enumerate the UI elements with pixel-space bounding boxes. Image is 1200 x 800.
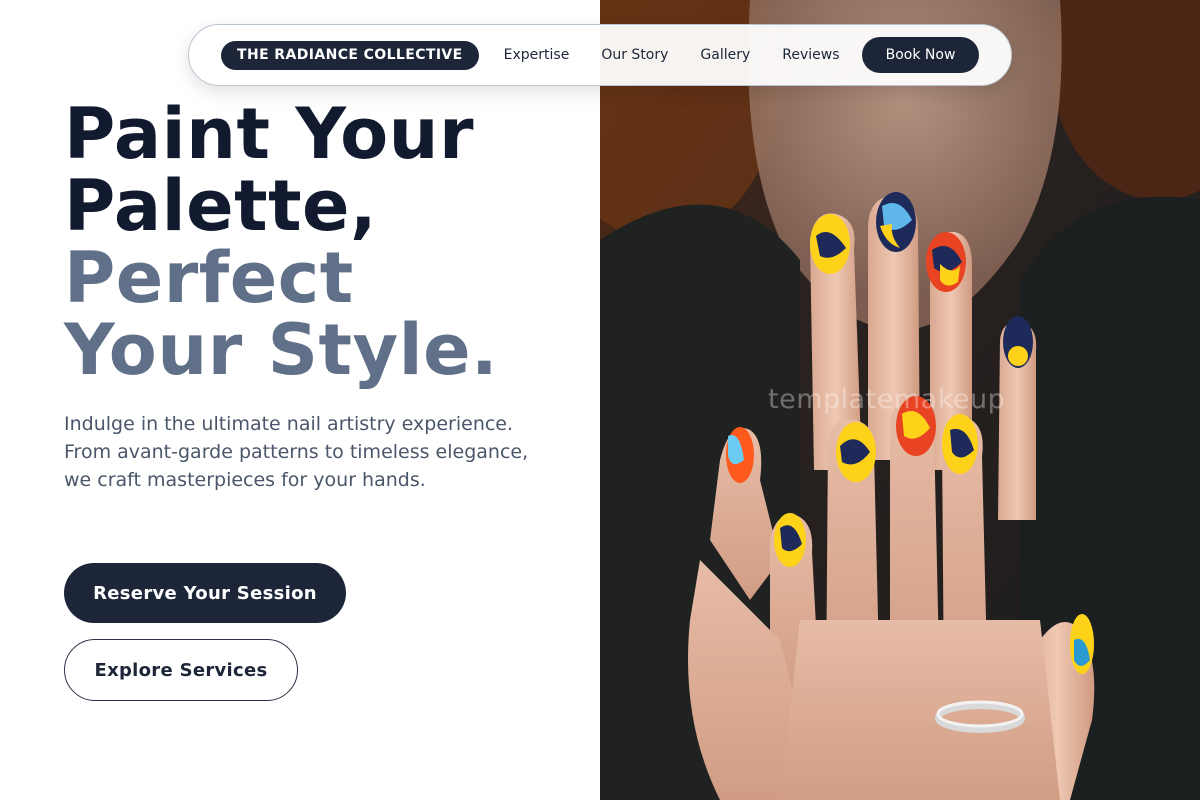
headline-line-1: Paint Your bbox=[64, 93, 475, 175]
top-navigation: THE RADIANCE COLLECTIVE Expertise Our St… bbox=[188, 24, 1012, 86]
reserve-session-button[interactable]: Reserve Your Session bbox=[64, 563, 346, 623]
hero-content: Paint Your Palette, Perfect Your Style. … bbox=[0, 0, 600, 800]
nav-link-expertise[interactable]: Expertise bbox=[504, 47, 570, 63]
hero-description: Indulge in the ultimate nail artistry ex… bbox=[64, 413, 529, 491]
nav-link-our-story[interactable]: Our Story bbox=[601, 47, 668, 63]
nav-link-reviews[interactable]: Reviews bbox=[782, 47, 839, 63]
book-now-button[interactable]: Book Now bbox=[862, 37, 979, 73]
explore-services-button[interactable]: Explore Services bbox=[64, 639, 298, 701]
headline-line-2: Palette, bbox=[64, 165, 378, 247]
brand-logo[interactable]: THE RADIANCE COLLECTIVE bbox=[221, 40, 479, 70]
watermark-text: templatemakeup bbox=[768, 384, 1006, 415]
headline-line-4: Your Style. bbox=[64, 309, 499, 391]
nav-links: Expertise Our Story Gallery Reviews bbox=[504, 47, 840, 63]
nav-link-gallery[interactable]: Gallery bbox=[700, 47, 750, 63]
headline-line-3: Perfect bbox=[64, 237, 354, 319]
hero-headline: Paint Your Palette, Perfect Your Style. bbox=[64, 98, 498, 386]
